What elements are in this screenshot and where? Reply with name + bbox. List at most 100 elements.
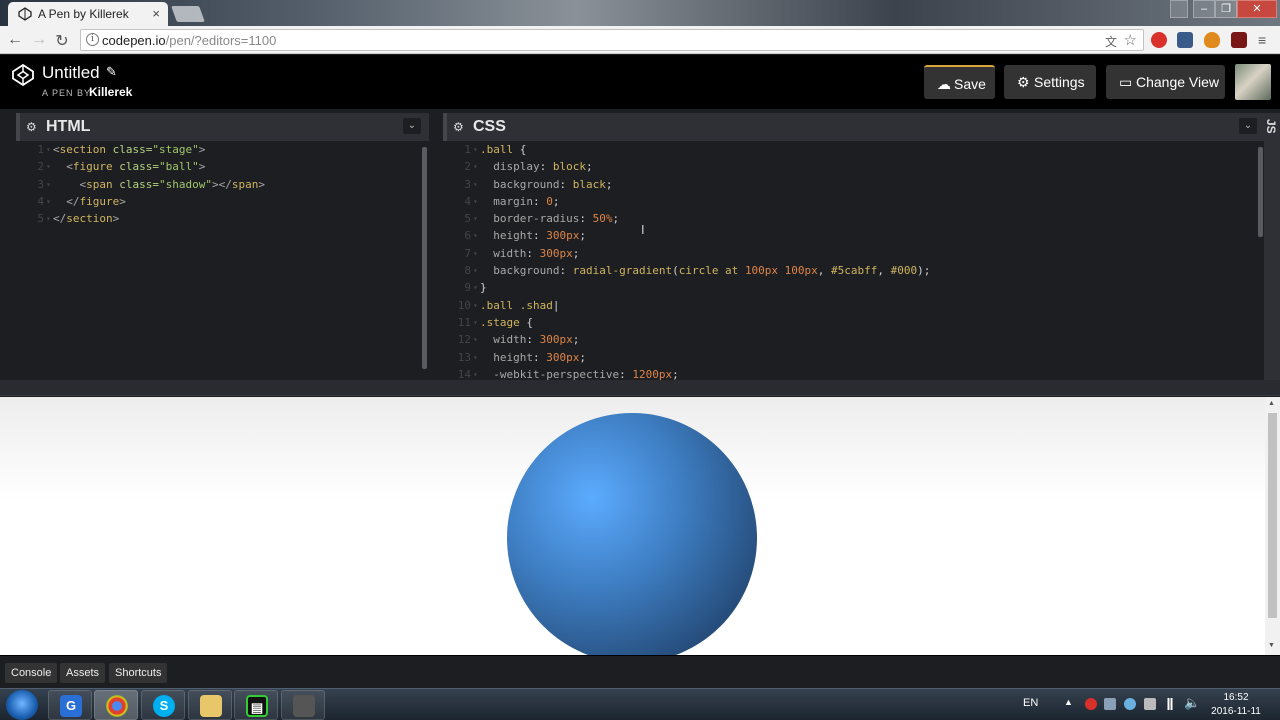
fold-arrow-icon[interactable]: ▾: [473, 262, 478, 279]
fold-arrow-icon[interactable]: ▾: [46, 210, 51, 227]
css-code-line[interactable]: 9 ▾}: [447, 279, 1255, 296]
assets-button[interactable]: Assets: [60, 663, 106, 683]
system-clock[interactable]: 16:52 2016-11-11: [1206, 691, 1266, 719]
fold-arrow-icon[interactable]: ▾: [46, 193, 51, 210]
forward-button[interactable]: →: [30, 31, 48, 49]
reload-button[interactable]: ↻: [53, 31, 71, 51]
fold-arrow-icon[interactable]: ▾: [46, 141, 51, 158]
edit-title-pencil-icon[interactable]: ✎: [106, 64, 117, 80]
css-code-line[interactable]: 2 ▾ display: block;: [447, 158, 1255, 175]
css-code-line[interactable]: 7 ▾ width: 300px;: [447, 245, 1255, 262]
preview-scrollbar[interactable]: ▲ ▼: [1265, 397, 1280, 655]
maximize-button[interactable]: ❐: [1215, 0, 1237, 18]
new-tab-button[interactable]: [171, 6, 205, 22]
fold-arrow-icon[interactable]: ▾: [473, 314, 478, 331]
minimize-button[interactable]: –: [1193, 0, 1215, 18]
taskbar-video-app[interactable]: ▤: [234, 690, 278, 720]
fold-arrow-icon[interactable]: ▾: [473, 158, 478, 175]
layout-icon: ▭: [1119, 74, 1133, 90]
preview-scrollbar-thumb[interactable]: [1268, 413, 1277, 618]
taskbar-explorer[interactable]: [188, 690, 232, 720]
volume-icon[interactable]: 🔈: [1184, 695, 1200, 711]
opera-extension-icon[interactable]: [1151, 32, 1167, 48]
info-icon[interactable]: i: [86, 33, 99, 46]
css-settings-gear-icon[interactable]: ⚙: [453, 120, 467, 134]
css-editor-header: ⚙ CSS ⌄: [443, 113, 1265, 141]
change-view-button[interactable]: ▭ Change View: [1106, 65, 1225, 99]
fold-arrow-icon[interactable]: ▾: [473, 297, 478, 314]
html-code-line[interactable]: 2 ▾ <figure class="ball">: [20, 158, 419, 175]
taskbar-app-6[interactable]: [281, 690, 325, 720]
html-editor-dropdown-chevron-icon[interactable]: ⌄: [403, 118, 421, 134]
taskbar-skype[interactable]: S: [141, 690, 185, 720]
tray-flag-icon[interactable]: [1144, 698, 1156, 710]
fold-arrow-icon[interactable]: ▾: [473, 349, 478, 366]
fold-arrow-icon[interactable]: ▾: [473, 245, 478, 262]
css-code-line[interactable]: 12 ▾ width: 300px;: [447, 331, 1255, 348]
tray-opera-icon[interactable]: [1085, 698, 1097, 710]
address-bar[interactable]: i codepen.io/pen/?editors=1100 文 ☆: [80, 29, 1144, 51]
css-code-line[interactable]: 8 ▾ background: radial-gradient(circle at…: [447, 262, 1255, 279]
taskbar-chrome[interactable]: [94, 690, 138, 720]
fold-arrow-icon[interactable]: ▾: [473, 176, 478, 193]
console-button[interactable]: Console: [5, 663, 58, 683]
fold-arrow-icon[interactable]: ▾: [473, 141, 478, 158]
css-code-line[interactable]: 3 ▾ background: black;: [447, 176, 1255, 193]
fold-arrow-icon[interactable]: ▾: [473, 210, 478, 227]
tray-steam-icon[interactable]: [1104, 698, 1116, 710]
clock-date: 2016-11-11: [1211, 706, 1261, 717]
html-code-line[interactable]: 3 ▾ <span class="shadow"></span>: [20, 176, 419, 193]
css-code-line[interactable]: 6 ▾ height: 300px;: [447, 227, 1255, 244]
css-code-line[interactable]: 11 ▾ .stage {: [447, 314, 1255, 331]
scroll-down-arrow-icon[interactable]: ▼: [1268, 642, 1275, 649]
code-text: <section class="stage">: [53, 143, 206, 156]
css-code-line[interactable]: 4 ▾ margin: 0;: [447, 193, 1255, 210]
html-editor-scrollbar[interactable]: [422, 147, 427, 369]
pen-title[interactable]: Untitled: [42, 63, 100, 83]
css-code-area[interactable]: 1 ▾ .ball {2 ▾ display: block; 3 ▾ background…: [447, 141, 1255, 393]
tray-network-app-icon[interactable]: [1124, 698, 1136, 710]
css-code-line[interactable]: 5 ▾ border-radius: 50%;: [447, 210, 1255, 227]
windows-start-button[interactable]: [6, 690, 38, 720]
user-avatar[interactable]: [1235, 64, 1271, 100]
save-button[interactable]: ☁ Save: [924, 65, 995, 99]
tray-expand-icon[interactable]: ▲: [1064, 697, 1073, 707]
editor-preview-resizer[interactable]: [0, 380, 1280, 396]
html-settings-gear-icon[interactable]: ⚙: [26, 120, 40, 134]
css-code-line[interactable]: 1 ▾ .ball {: [447, 141, 1255, 158]
fold-arrow-icon[interactable]: ▾: [46, 176, 51, 193]
css-editor-scrollbar[interactable]: [1258, 147, 1263, 237]
tab-close-icon[interactable]: ×: [152, 6, 160, 21]
shortcuts-button[interactable]: Shortcuts: [109, 663, 168, 683]
html-code-area[interactable]: 1 ▾ <section class="stage"> 2 ▾ <figure clas…: [20, 141, 419, 393]
menu-icon[interactable]: ≡: [1258, 32, 1274, 48]
html-code-line[interactable]: 1 ▾ <section class="stage">: [20, 141, 419, 158]
mail-extension-icon[interactable]: [1177, 32, 1193, 48]
fold-arrow-icon[interactable]: ▾: [473, 279, 478, 296]
codepen-logo-icon[interactable]: [12, 64, 34, 86]
translate-icon[interactable]: 文: [1105, 33, 1117, 50]
bookmark-star-icon[interactable]: ☆: [1124, 31, 1137, 49]
css-code-line[interactable]: 10 ▾ .ball .shad|: [447, 297, 1255, 314]
fold-arrow-icon[interactable]: ▾: [46, 158, 51, 175]
settings-button[interactable]: ⚙ Settings: [1004, 65, 1096, 99]
fold-arrow-icon[interactable]: ▾: [473, 227, 478, 244]
fire-extension-icon[interactable]: [1204, 32, 1220, 48]
language-indicator[interactable]: EN: [1023, 697, 1038, 709]
scroll-up-arrow-icon[interactable]: ▲: [1268, 400, 1275, 407]
css-code-line[interactable]: 13 ▾ height: 300px;: [447, 349, 1255, 366]
back-button[interactable]: ←: [6, 31, 24, 49]
signal-icon[interactable]: [1164, 698, 1176, 710]
html-code-line[interactable]: 5 ▾ </section>: [20, 210, 419, 227]
html-code-line[interactable]: 4 ▾ </figure>: [20, 193, 419, 210]
profile-icon[interactable]: [1170, 0, 1188, 18]
pen-author-link[interactable]: Killerek: [89, 85, 132, 99]
js-editor-collapsed-tab[interactable]: JS: [1264, 113, 1280, 393]
taskbar-app-1[interactable]: G: [48, 690, 92, 720]
browser-tab[interactable]: A Pen by Killerek ×: [8, 2, 168, 26]
fold-arrow-icon[interactable]: ▾: [473, 193, 478, 210]
css-editor-dropdown-chevron-icon[interactable]: ⌄: [1239, 118, 1257, 134]
fold-arrow-icon[interactable]: ▾: [473, 331, 478, 348]
record-extension-icon[interactable]: [1231, 32, 1247, 48]
window-close-button[interactable]: ✕: [1237, 0, 1277, 18]
